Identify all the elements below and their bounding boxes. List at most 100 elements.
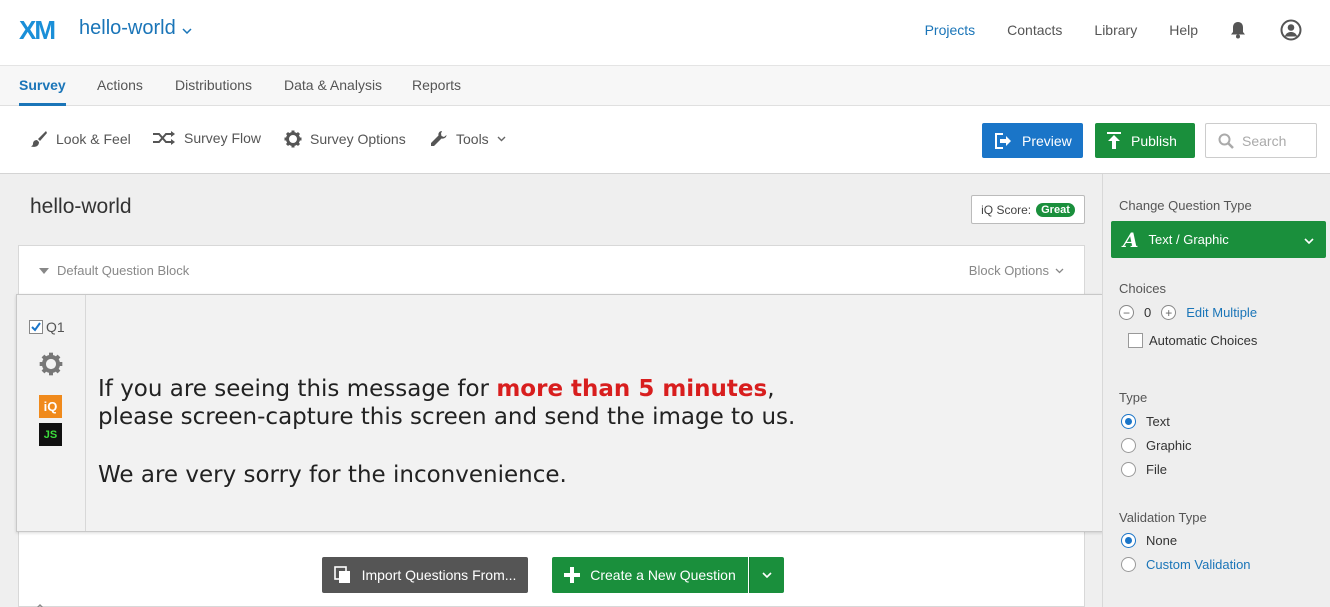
look-feel-label: Look & Feel bbox=[56, 131, 131, 147]
type-option-graphic[interactable]: Graphic bbox=[1121, 438, 1192, 453]
top-bar: XM hello-world Projects Contacts Library… bbox=[0, 0, 1330, 66]
tabs-bar: Survey Actions Distributions Data & Anal… bbox=[0, 66, 1330, 106]
survey-toolbar: Look & Feel Survey Flow Survey Options T… bbox=[0, 106, 1330, 174]
radio-selected bbox=[1121, 414, 1136, 429]
iq-icon[interactable]: iQ bbox=[39, 395, 62, 418]
chevron-down-icon bbox=[1055, 268, 1064, 274]
survey-canvas: hello-world iQ Score: Great Default Ques… bbox=[0, 174, 1104, 607]
bell-icon[interactable] bbox=[1230, 21, 1246, 39]
iq-score-badge[interactable]: iQ Score: Great bbox=[971, 195, 1085, 224]
question-text[interactable]: If you are seeing this message for more … bbox=[98, 375, 795, 489]
checkbox-checked-icon bbox=[29, 320, 43, 334]
tab-actions[interactable]: Actions bbox=[97, 66, 143, 106]
tab-distributions[interactable]: Distributions bbox=[175, 66, 252, 106]
search-icon bbox=[1218, 133, 1234, 149]
automatic-choices-checkbox[interactable]: Automatic Choices bbox=[1128, 333, 1257, 348]
automatic-choices-label: Automatic Choices bbox=[1149, 333, 1258, 348]
xm-logo[interactable]: XM bbox=[19, 15, 56, 46]
import-label: Import Questions From... bbox=[361, 567, 517, 583]
question-id: Q1 bbox=[46, 319, 65, 335]
project-title: hello-world bbox=[79, 17, 176, 39]
copy-icon bbox=[333, 566, 352, 584]
survey-flow-label: Survey Flow bbox=[184, 130, 262, 146]
type-option-label: Text bbox=[1146, 414, 1170, 429]
line1-suffix: , bbox=[767, 376, 775, 402]
create-label: Create a New Question bbox=[590, 567, 736, 583]
validation-option-label: None bbox=[1146, 533, 1178, 548]
upload-icon bbox=[1107, 131, 1121, 150]
create-question-dropdown[interactable] bbox=[749, 557, 784, 593]
type-option-text[interactable]: Text bbox=[1121, 414, 1170, 429]
question-type-dropdown[interactable]: A Text / Graphic bbox=[1111, 221, 1326, 258]
minus-circle-icon[interactable]: − bbox=[1119, 305, 1134, 320]
chevron-up-icon[interactable] bbox=[35, 601, 45, 607]
validation-type-label: Validation Type bbox=[1119, 510, 1207, 525]
chevron-down-icon bbox=[497, 136, 506, 142]
chevron-down-icon bbox=[1304, 232, 1314, 247]
survey-options-button[interactable]: Survey Options bbox=[284, 130, 406, 148]
radio bbox=[1121, 438, 1136, 453]
survey-options-label: Survey Options bbox=[310, 131, 406, 147]
radio bbox=[1121, 557, 1136, 572]
preview-button[interactable]: Preview bbox=[982, 123, 1083, 158]
validation-option-custom[interactable]: Custom Validation bbox=[1121, 557, 1251, 572]
survey-title[interactable]: hello-world bbox=[30, 195, 132, 219]
question-type-value: Text / Graphic bbox=[1148, 232, 1229, 247]
iq-score-value: Great bbox=[1036, 202, 1075, 217]
nav-projects[interactable]: Projects bbox=[925, 22, 976, 38]
create-question-button[interactable]: Create a New Question bbox=[552, 557, 748, 593]
question-text-line1: If you are seeing this message for more … bbox=[98, 375, 795, 403]
tab-survey[interactable]: Survey bbox=[19, 66, 66, 106]
publish-button[interactable]: Publish bbox=[1095, 123, 1195, 158]
block-options-label: Block Options bbox=[968, 263, 1049, 278]
change-type-label: Change Question Type bbox=[1119, 198, 1252, 213]
caret-down-icon bbox=[39, 267, 49, 274]
edit-multiple-link[interactable]: Edit Multiple bbox=[1186, 305, 1257, 320]
shuffle-icon bbox=[152, 130, 176, 146]
question-text-line2: please screen-capture this screen and se… bbox=[98, 404, 796, 430]
choices-stepper: − 0 + Edit Multiple bbox=[1119, 305, 1257, 320]
look-feel-button[interactable]: Look & Feel bbox=[30, 130, 131, 148]
javascript-icon[interactable]: JS bbox=[39, 423, 62, 446]
question-text-line3: We are very sorry for the inconvenience. bbox=[98, 462, 567, 488]
question-sidebar: Q1 iQ JS bbox=[17, 295, 86, 531]
project-selector[interactable]: hello-world bbox=[79, 17, 192, 40]
question-settings-gear-icon[interactable] bbox=[39, 352, 63, 381]
search-input[interactable]: Search bbox=[1205, 123, 1317, 158]
nav-library[interactable]: Library bbox=[1094, 22, 1137, 38]
survey-flow-button[interactable]: Survey Flow bbox=[152, 130, 261, 146]
tab-data-analysis[interactable]: Data & Analysis bbox=[284, 66, 382, 106]
iq-score-label: iQ Score: bbox=[981, 202, 1032, 217]
plus-icon bbox=[564, 567, 581, 583]
question-card[interactable]: Q1 iQ JS If you are seeing this message … bbox=[16, 294, 1104, 532]
tab-reports[interactable]: Reports bbox=[412, 66, 461, 106]
wrench-icon bbox=[430, 130, 448, 148]
validation-option-none[interactable]: None bbox=[1121, 533, 1177, 548]
paintbrush-icon bbox=[30, 130, 48, 148]
type-label: Type bbox=[1119, 390, 1148, 405]
user-account-icon[interactable] bbox=[1280, 19, 1302, 41]
type-option-file[interactable]: File bbox=[1121, 462, 1167, 477]
question-block: Default Question Block Block Options Q1 bbox=[16, 245, 1104, 607]
choices-label: Choices bbox=[1119, 281, 1166, 296]
preview-label: Preview bbox=[1022, 132, 1072, 149]
block-options-button[interactable]: Block Options bbox=[969, 263, 1064, 278]
publish-label: Publish bbox=[1131, 132, 1177, 149]
tools-menu-button[interactable]: Tools bbox=[430, 130, 506, 148]
plus-circle-icon[interactable]: + bbox=[1161, 305, 1177, 320]
import-questions-button[interactable]: Import Questions From... bbox=[322, 557, 528, 593]
nav-help[interactable]: Help bbox=[1169, 22, 1198, 38]
search-placeholder: Search bbox=[1242, 132, 1287, 149]
block-header: Default Question Block Block Options bbox=[19, 246, 1084, 295]
choices-count: 0 bbox=[1144, 305, 1152, 320]
chevron-down-icon bbox=[762, 572, 772, 578]
nav-contacts[interactable]: Contacts bbox=[1007, 22, 1062, 38]
text-graphic-icon: A bbox=[1123, 227, 1139, 252]
gear-icon bbox=[284, 130, 302, 148]
block-actions: Import Questions From... Create a New Qu… bbox=[19, 556, 1084, 596]
block-collapse-toggle[interactable]: Default Question Block bbox=[39, 263, 189, 278]
block-name: Default Question Block bbox=[57, 263, 190, 278]
highlight-text: more than 5 minutes bbox=[496, 376, 768, 402]
type-option-label: Graphic bbox=[1146, 438, 1192, 453]
question-select-checkbox[interactable]: Q1 bbox=[29, 319, 65, 335]
